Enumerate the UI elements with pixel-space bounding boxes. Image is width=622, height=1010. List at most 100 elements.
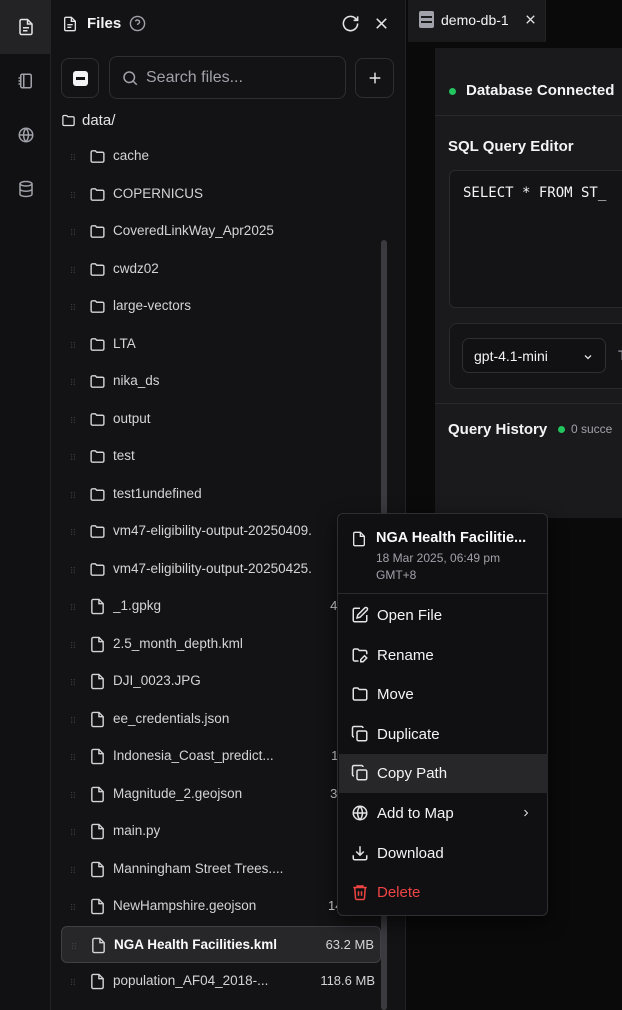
menu-item-duplicate[interactable]: Duplicate	[339, 715, 548, 754]
drag-handle-icon[interactable]	[69, 600, 77, 614]
drag-handle-icon[interactable]	[69, 863, 77, 877]
drag-handle-icon[interactable]	[69, 188, 77, 202]
drag-handle-icon[interactable]	[69, 713, 77, 727]
notebook-rail-button[interactable]	[0, 54, 51, 108]
close-icon[interactable]	[372, 14, 391, 33]
sql-editor-title: SQL Query Editor	[448, 138, 574, 155]
files-title: Files	[87, 15, 122, 32]
menu-item-download[interactable]: Download	[339, 834, 548, 873]
drag-handle-icon[interactable]	[69, 375, 77, 389]
drag-handle-icon[interactable]	[69, 825, 77, 839]
menu-item-label: Duplicate	[377, 726, 440, 743]
menu-item-label: Rename	[377, 647, 434, 664]
folder-row[interactable]: vm47-eligibility-output-20250409.	[61, 513, 381, 551]
refresh-icon[interactable]	[341, 14, 360, 33]
file-row[interactable]: Manningham Street Trees....7.8 M	[61, 851, 381, 889]
folder-row[interactable]: vm47-eligibility-output-20250425.	[61, 551, 381, 589]
drag-handle-icon[interactable]	[69, 450, 77, 464]
menu-item-move[interactable]: Move	[339, 675, 548, 714]
item-name: test1undefined	[113, 485, 202, 501]
item-name: _1.gpkg	[113, 598, 162, 613]
folder-row[interactable]: cwdz02	[61, 251, 381, 289]
menu-item-label: Add to Map	[377, 805, 454, 822]
menu-item-rename[interactable]: Rename	[339, 636, 548, 675]
trash-icon	[353, 885, 367, 901]
sql-editor[interactable]: SELECT * FROM ST_	[449, 170, 622, 308]
menu-item-copy-path[interactable]: Copy Path	[339, 754, 548, 793]
folder-row[interactable]: nika_ds	[61, 363, 381, 401]
folder-row[interactable]: COPERNICUS	[61, 176, 381, 214]
drag-handle-icon[interactable]	[69, 563, 77, 577]
drag-handle-icon[interactable]	[69, 338, 77, 352]
file-row[interactable]: 2.5_month_depth.kml1.5 M	[61, 626, 381, 664]
file-row[interactable]: main.py1.6 K	[61, 813, 381, 851]
folder-icon	[90, 450, 105, 463]
drag-handle-icon[interactable]	[69, 900, 77, 914]
drag-handle-icon[interactable]	[69, 788, 77, 802]
file-row[interactable]: _1.gpkg412.0 K	[61, 588, 381, 626]
drag-handle-icon[interactable]	[69, 150, 77, 164]
drag-handle-icon[interactable]	[69, 300, 77, 314]
item-name: Magnitude_2.geojson	[113, 785, 243, 801]
copy-path-icon	[351, 764, 368, 781]
file-icon	[91, 823, 104, 840]
file-icon	[91, 748, 104, 765]
file-row[interactable]: Magnitude_2.geojson303.9 K	[61, 776, 381, 814]
folder-row[interactable]: output	[61, 401, 381, 439]
drag-handle-icon[interactable]	[70, 939, 78, 953]
file-row[interactable]: population_AF04_2018-... 118.6 MB	[61, 963, 381, 1001]
drag-handle-icon[interactable]	[69, 263, 77, 277]
drag-handle-icon[interactable]	[69, 638, 77, 652]
drag-handle-icon[interactable]	[69, 750, 77, 764]
tab-demo-db[interactable]: demo-db-1	[408, 0, 546, 42]
folder-row[interactable]: LTA	[61, 326, 381, 364]
folder-rename-icon	[352, 648, 368, 663]
folder-row[interactable]: large-vectors	[61, 288, 381, 326]
close-icon[interactable]	[523, 12, 538, 27]
database-icon	[419, 11, 434, 28]
add-file-button[interactable]	[355, 58, 394, 98]
drag-handle-icon[interactable]	[69, 975, 77, 989]
file-row[interactable]: NewHampshire.geojson146.4 M	[61, 888, 381, 926]
file-row[interactable]: Indonesia_Coast_predict...110.3 K	[61, 738, 381, 776]
query-text: SELECT * FROM ST_	[463, 185, 607, 201]
file-row[interactable]: DJI_0023.JPG5.2 M	[61, 663, 381, 701]
menu-item-label: Download	[377, 845, 444, 862]
download-icon	[352, 846, 368, 861]
context-file-date: 18 Mar 2025, 06:49 pm GMT+8	[376, 551, 501, 582]
folder-icon	[90, 562, 105, 576]
item-name: DJI_0023.JPG	[113, 673, 201, 688]
folder-row[interactable]: cache	[61, 138, 381, 176]
database-icon	[18, 180, 33, 198]
database-rail-button[interactable]	[0, 162, 51, 216]
map-rail-button[interactable]	[0, 108, 51, 162]
menu-item-delete[interactable]: Delete	[339, 873, 548, 912]
menu-item-add-to-map[interactable]: Add to Map	[339, 794, 548, 833]
drag-handle-icon[interactable]	[69, 488, 77, 502]
file-row[interactable]: ee_credentials.json2.3 K	[61, 701, 381, 739]
model-bar-trailing-text: T	[618, 347, 622, 363]
drag-handle-icon[interactable]	[69, 225, 77, 239]
file-context-menu: NGA Health Facilitie... 18 Mar 2025, 06:…	[337, 513, 548, 916]
menu-item-open-file[interactable]: Open File	[339, 596, 548, 635]
file-icon	[91, 786, 104, 802]
folder-icon	[62, 114, 75, 126]
drag-handle-icon[interactable]	[69, 675, 77, 689]
folder-row[interactable]: CoveredLinkWay_Apr2025	[61, 213, 381, 251]
file-row[interactable]: NGA Health Facilities.kml 63.2 MB	[61, 925, 381, 963]
item-name: large-vectors	[113, 298, 192, 313]
root-folder[interactable]: data/	[61, 109, 115, 131]
collapse-all-button[interactable]	[61, 58, 99, 98]
folder-icon	[90, 187, 105, 201]
files-rail-button[interactable]	[0, 0, 51, 54]
folder-icon	[352, 687, 368, 701]
history-count: 0 succe	[571, 422, 613, 436]
folder-row[interactable]: test	[61, 438, 381, 476]
drag-handle-icon[interactable]	[69, 525, 77, 539]
search-input[interactable]	[146, 57, 341, 98]
file-icon	[91, 636, 104, 652]
folder-row[interactable]: test1undefined	[61, 476, 381, 514]
help-icon[interactable]	[129, 15, 146, 32]
drag-handle-icon[interactable]	[69, 413, 77, 427]
model-select[interactable]: gpt-4.1-mini	[462, 338, 606, 373]
